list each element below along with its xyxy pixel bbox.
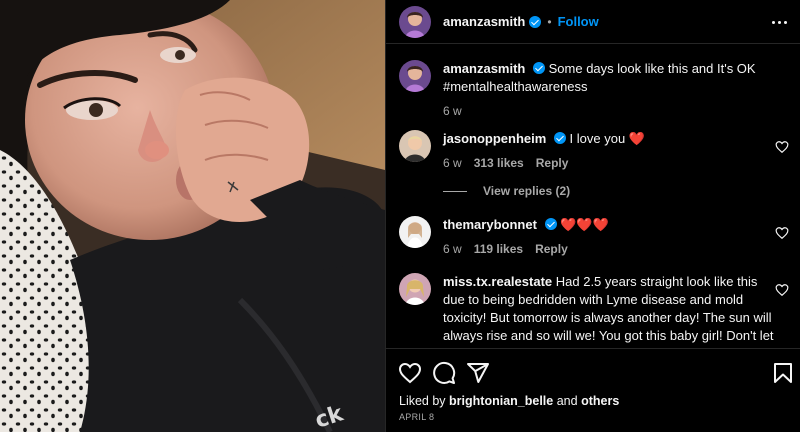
comment-username[interactable]: themarybonnet <box>443 217 537 232</box>
heart-icon[interactable] <box>398 361 422 385</box>
comment-body: themarybonnet ❤️❤️❤️ 6 w 119 likes Reply <box>443 216 778 258</box>
comments-list[interactable]: amanzasmith Some days look like this and… <box>386 45 800 348</box>
comment-body: miss.tx.realestate Had 2.5 years straigh… <box>443 273 778 348</box>
post-header: amanzasmith • Follow <box>386 0 800 44</box>
post-date[interactable]: APRIL 8 <box>399 412 434 422</box>
reply-button[interactable]: Reply <box>535 240 568 258</box>
comment-likes[interactable]: 313 likes <box>474 154 524 172</box>
caption-username[interactable]: amanzasmith <box>443 61 525 76</box>
comment-username[interactable]: miss.tx.realestate <box>443 274 552 289</box>
comment-icon[interactable] <box>432 361 456 385</box>
heart-emoji: ❤️ <box>628 131 646 146</box>
view-replies-label: View replies (2) <box>483 184 571 198</box>
verified-badge-icon <box>529 15 542 28</box>
comment-body: jasonoppenheim I love you ❤️ 6 w 313 lik… <box>443 130 778 172</box>
follow-button[interactable]: Follow <box>558 14 599 29</box>
caption-body: amanzasmith Some days look like this and… <box>443 60 778 120</box>
commenter-avatar-image <box>399 216 431 248</box>
caption-avatar[interactable] <box>399 60 431 92</box>
liked-by-summary: Liked by brightonian_belle and others <box>399 394 619 408</box>
caption-age: 6 w <box>443 104 462 118</box>
heart-icon[interactable] <box>775 283 789 297</box>
commenter-avatar-image <box>399 130 431 162</box>
reply-button[interactable]: Reply <box>536 154 569 172</box>
replies-divider <box>443 190 467 192</box>
instagram-post-modal: ck amanzasmith • Follow amanzasmith Some… <box>0 0 800 432</box>
author-avatar-image <box>399 5 431 38</box>
liked-by-user[interactable]: brightonian_belle <box>449 394 553 408</box>
liked-by-join: and <box>556 394 578 408</box>
comment-meta: 6 w 313 likes Reply <box>443 154 778 172</box>
author-username[interactable]: amanzasmith <box>443 14 525 29</box>
post-photo[interactable]: ck <box>0 0 385 432</box>
verified-badge-icon <box>544 218 557 230</box>
more-options-icon[interactable] <box>769 12 789 32</box>
liked-by-prefix: Liked by <box>399 394 446 408</box>
comment-age: 6 w <box>443 242 462 256</box>
verified-badge-icon <box>533 62 545 74</box>
heart-emoji: ❤️❤️❤️ <box>560 217 609 232</box>
post-actions-bar <box>386 348 800 396</box>
author-avatar-image <box>399 60 431 92</box>
comment-meta: 6 w 119 likes Reply <box>443 240 778 258</box>
view-replies-button[interactable]: View replies (2) <box>443 184 570 198</box>
liked-by-others[interactable]: others <box>581 394 619 408</box>
comment-text: I love you <box>569 131 626 146</box>
commenter-avatar-image <box>399 273 431 305</box>
verified-badge-icon <box>553 132 566 144</box>
commenter-avatar[interactable] <box>399 273 431 305</box>
commenter-avatar[interactable] <box>399 216 431 248</box>
commenter-avatar[interactable] <box>399 130 431 162</box>
author-avatar[interactable] <box>399 5 431 38</box>
comment-age: 6 w <box>443 156 462 170</box>
comment-username[interactable]: jasonoppenheim <box>443 131 546 146</box>
share-icon[interactable] <box>466 361 490 385</box>
bookmark-icon[interactable] <box>771 361 795 385</box>
separator-dot: • <box>547 14 552 29</box>
caption-meta: 6 w <box>443 102 778 120</box>
post-image: ck <box>0 0 385 432</box>
comment-likes[interactable]: 119 likes <box>474 240 523 258</box>
heart-icon[interactable] <box>775 140 789 154</box>
heart-icon[interactable] <box>775 226 789 240</box>
post-side-panel: amanzasmith • Follow amanzasmith Some da… <box>385 0 800 432</box>
